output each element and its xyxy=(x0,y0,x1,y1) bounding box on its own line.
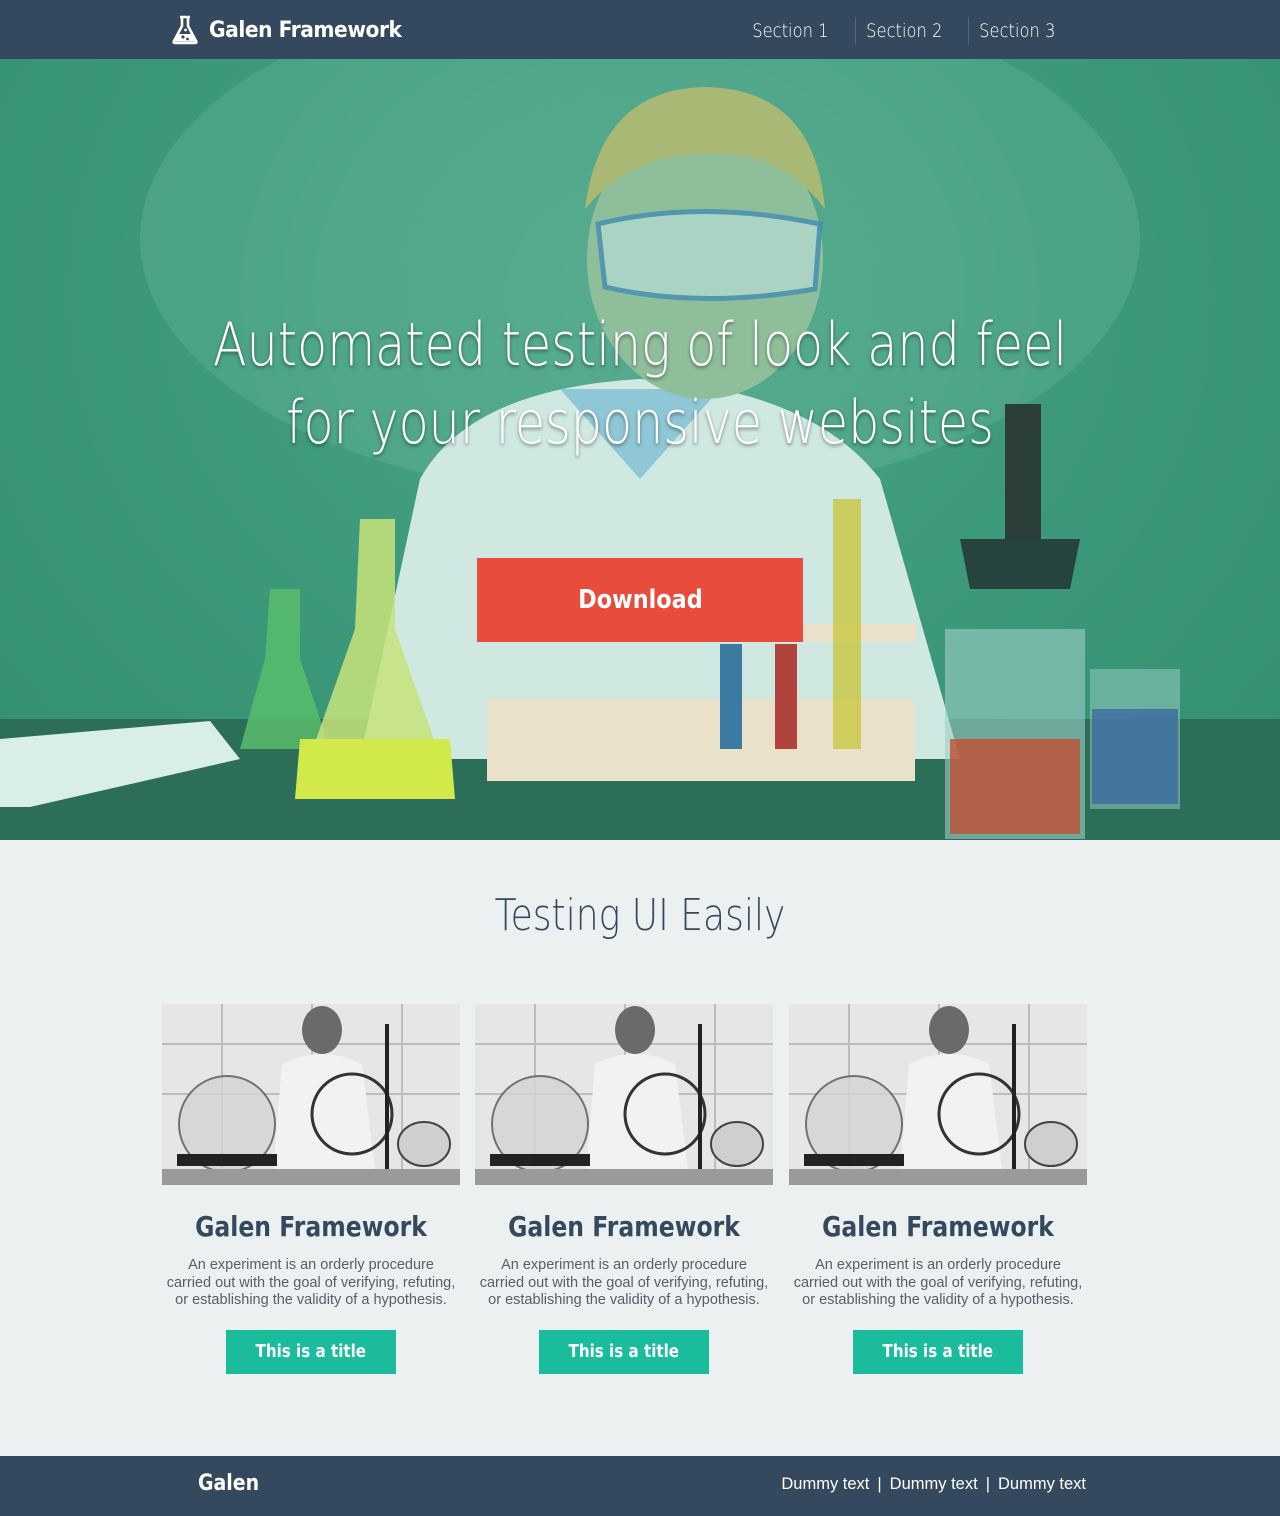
scientist-lab-photo xyxy=(789,1004,1087,1185)
nav-section-1[interactable]: Section 1 xyxy=(742,17,839,45)
download-button-label: Download xyxy=(577,585,703,615)
brand-name: Galen Framework xyxy=(209,17,402,43)
download-button[interactable]: Download xyxy=(477,558,803,642)
card-button[interactable]: This is a title xyxy=(853,1329,1023,1374)
footer-separator: | xyxy=(877,1475,882,1493)
card-button-label: This is a title xyxy=(568,1341,680,1362)
nav-section-3[interactable]: Section 3 xyxy=(968,17,1066,45)
scientist-lab-photo xyxy=(475,1004,773,1185)
flask-icon xyxy=(172,15,198,45)
footer-links: Dummy text | Dummy text | Dummy text xyxy=(781,1475,1086,1494)
nav-section-2[interactable]: Section 2 xyxy=(854,17,952,45)
features-title: Testing UI Easily xyxy=(494,890,786,941)
scientist-photo-graphic xyxy=(475,1004,773,1185)
scientist-lab-photo xyxy=(162,1004,460,1185)
footer-link[interactable]: Dummy text xyxy=(998,1475,1086,1494)
header-bar: Galen Framework Section 1 Section 2 Sect… xyxy=(0,0,1280,59)
footer-brand: Galen xyxy=(198,1471,260,1496)
footer-link[interactable]: Dummy text xyxy=(890,1475,978,1494)
card-title: Galen Framework xyxy=(508,1210,740,1243)
card-title: Galen Framework xyxy=(195,1210,427,1243)
footer-bar: Galen Dummy text | Dummy text | Dummy te… xyxy=(0,1456,1280,1516)
card-description: An experiment is an orderly procedure ca… xyxy=(479,1257,769,1308)
hero-headline-line-2: for your responsive websites xyxy=(286,388,994,458)
card-button-label: This is a title xyxy=(255,1341,367,1362)
footer-link[interactable]: Dummy text xyxy=(781,1475,869,1494)
hero-headline: Automated testing of look and feel for y… xyxy=(115,306,1165,462)
card-button-label: This is a title xyxy=(882,1341,994,1362)
scientist-photo-graphic xyxy=(162,1004,460,1185)
feature-card: Galen Framework An experiment is an orde… xyxy=(162,1004,460,1384)
main-nav: Section 1 Section 2 Section 3 xyxy=(734,17,1074,45)
feature-card: Galen Framework An experiment is an orde… xyxy=(789,1004,1087,1384)
card-description: An experiment is an orderly procedure ca… xyxy=(166,1257,456,1308)
hero-headline-line-1: Automated testing of look and feel xyxy=(212,310,1068,380)
card-button[interactable]: This is a title xyxy=(226,1329,396,1374)
footer-separator: | xyxy=(985,1475,990,1493)
brand-logo-link[interactable]: Galen Framework xyxy=(171,14,418,46)
card-title: Galen Framework xyxy=(822,1210,1054,1243)
hero-banner: Automated testing of look and feel for y… xyxy=(0,59,1280,840)
feature-card: Galen Framework An experiment is an orde… xyxy=(475,1004,773,1384)
card-button[interactable]: This is a title xyxy=(539,1329,709,1374)
card-description: An experiment is an orderly procedure ca… xyxy=(793,1257,1083,1308)
scientist-photo-graphic xyxy=(789,1004,1087,1185)
